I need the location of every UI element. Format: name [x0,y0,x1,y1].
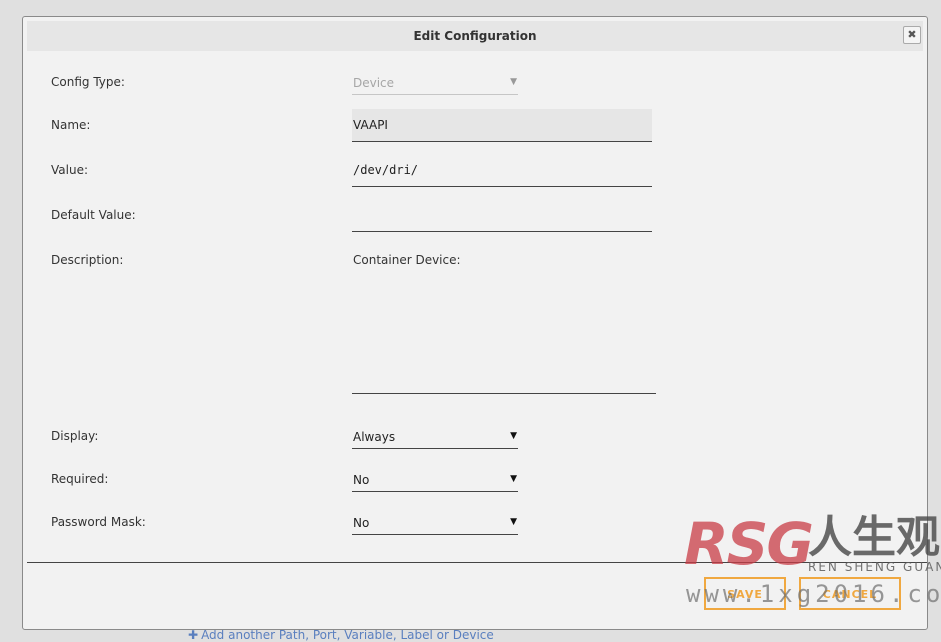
description-value: Container Device: [353,253,461,267]
value-label: Value: [51,163,88,177]
password-mask-value: No [353,516,370,530]
save-button[interactable]: SAVE [704,577,786,610]
display-value: Always [353,430,396,444]
description-label: Description: [51,253,124,267]
name-label: Name: [51,118,91,132]
value-value: /dev/dri/ [353,163,419,177]
name-value: VAAPI [353,118,388,132]
password-mask-select[interactable]: No ▼ [352,513,518,535]
close-icon: ✖ [907,28,917,41]
default-value-field[interactable] [352,199,652,232]
display-label: Display: [51,429,99,443]
description-textarea[interactable]: Container Device: [352,250,656,394]
chevron-down-icon: ▼ [510,431,517,441]
edit-configuration-dialog: Edit Configuration ✖ Config Type: Device… [22,16,928,630]
footer-divider [27,562,927,563]
name-field[interactable]: VAAPI [352,109,652,142]
cancel-button[interactable]: CANCEL [799,577,901,610]
chevron-down-icon: ▼ [510,474,517,484]
display-select[interactable]: Always ▼ [352,427,518,449]
value-field[interactable]: /dev/dri/ [352,154,652,187]
chevron-down-icon: ▼ [510,77,517,87]
close-button[interactable]: ✖ [903,26,921,44]
required-select[interactable]: No ▼ [352,470,518,492]
config-type-label: Config Type: [51,75,125,89]
config-type-value: Device [353,76,395,90]
password-mask-label: Password Mask: [51,515,146,529]
dialog-titlebar: Edit Configuration [27,21,923,51]
config-type-select[interactable]: Device ▼ [352,73,518,95]
dialog-title: Edit Configuration [413,29,537,43]
required-value: No [353,473,370,487]
default-value-label: Default Value: [51,208,136,222]
chevron-down-icon: ▼ [510,517,517,527]
required-label: Required: [51,472,109,486]
